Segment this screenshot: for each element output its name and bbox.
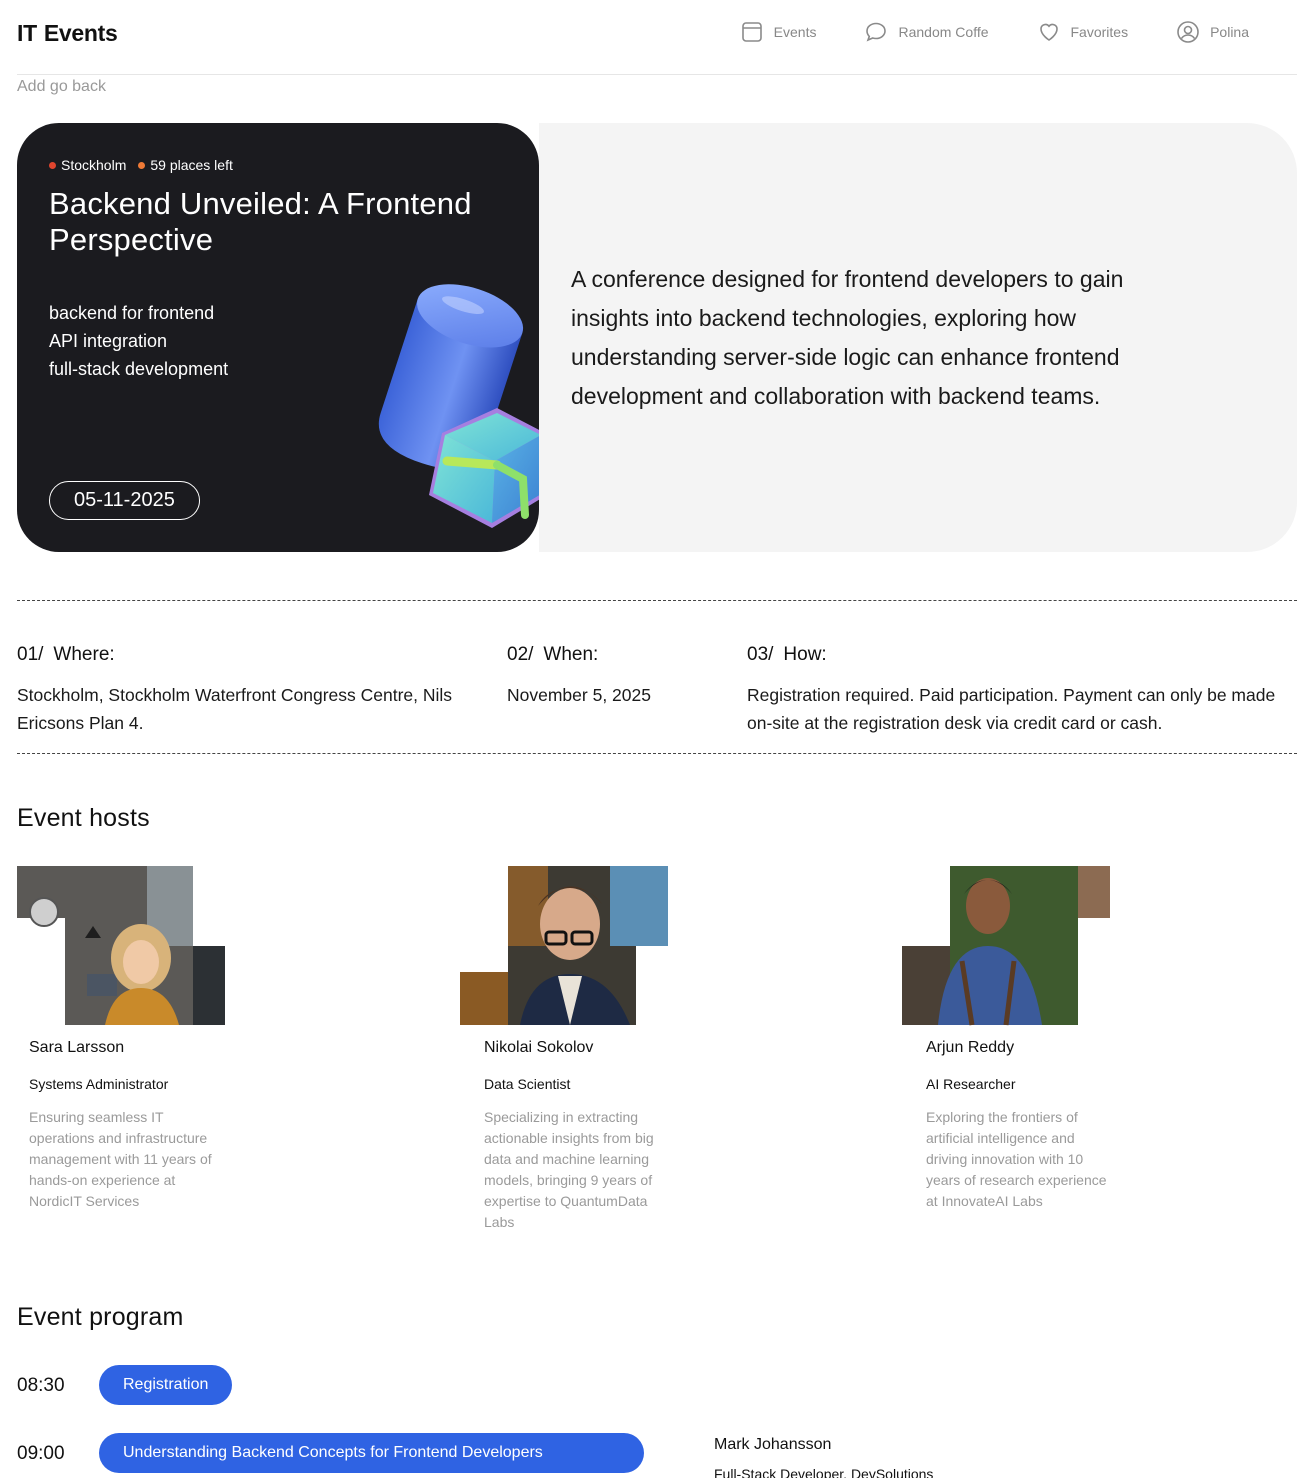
host-name: Nikolai Sokolov	[484, 1039, 593, 1057]
event-meta: Stockholm 59 places left	[49, 157, 233, 173]
event-city-badge: Stockholm	[49, 157, 126, 173]
logo-events-text: Events	[43, 19, 118, 46]
program-session-registration[interactable]: Registration	[99, 1365, 233, 1405]
nav-profile-label: Polina	[1210, 24, 1249, 40]
program-session-backend-concepts[interactable]: Understanding Backend Concepts for Front…	[99, 1433, 644, 1473]
program-time: 08:30	[17, 1375, 65, 1396]
info-how-heading: 03/How:	[747, 642, 1292, 668]
info-when: 02/When: November 5, 2025	[507, 642, 717, 709]
chat-bubble-icon	[866, 22, 887, 42]
logo-it-text: IT	[17, 19, 37, 46]
host-role: Data Scientist	[484, 1076, 571, 1092]
event-date-chip: 05-11-2025	[49, 481, 200, 520]
event-tag: API integration	[49, 331, 168, 351]
event-tag: full-stack development	[49, 359, 229, 379]
event-title: Backend Unveiled: A Frontend Perspective	[49, 186, 472, 257]
nav-events-label: Events	[773, 24, 817, 40]
event-tag: backend for frontend	[49, 303, 215, 323]
calendar-icon	[741, 22, 762, 42]
nav-random-coffe-label: Random Coffe	[898, 24, 989, 40]
nav-events[interactable]: Events	[740, 20, 817, 44]
event-places-badge: 59 places left	[138, 157, 233, 173]
site-logo[interactable]: IT Events	[17, 18, 123, 48]
info-num: 02/	[507, 644, 534, 665]
info-when-text: November 5, 2025	[507, 685, 651, 705]
host-role: AI Researcher	[926, 1076, 1016, 1092]
program-section-title: Event program	[17, 1303, 184, 1331]
event-places: 59 places left	[150, 157, 233, 173]
host-photo	[17, 866, 225, 1025]
info-where: 01/Where: Stockholm, Stockholm Waterfron…	[17, 642, 477, 737]
main-nav: Events Random Coffe Favorites Polina	[692, 20, 1249, 44]
event-description-card: A conference designed for frontend devel…	[539, 123, 1297, 552]
info-num: 03/	[747, 644, 774, 665]
hosts-section-title: Event hosts	[17, 804, 150, 832]
info-where-text: Stockholm, Stockholm Waterfront Congress…	[17, 685, 453, 733]
info-where-heading: 01/Where:	[17, 642, 477, 668]
event-hero-card: Stockholm 59 places left Backend Unveile…	[17, 123, 539, 552]
divider	[17, 753, 1297, 754]
host-last-name: Reddy	[967, 1039, 1015, 1056]
host-first-name: Sara	[29, 1039, 63, 1056]
top-header: IT Events Events Random Coffe Favorites …	[17, 0, 1297, 75]
nav-random-coffe[interactable]: Random Coffe	[864, 20, 989, 44]
go-back-link[interactable]: Add go back	[17, 78, 106, 96]
nav-profile[interactable]: Polina	[1176, 20, 1249, 44]
divider	[17, 600, 1297, 601]
info-num: 01/	[17, 644, 44, 665]
event-description: A conference designed for frontend devel…	[571, 266, 1124, 409]
info-how: 03/How: Registration required. Paid part…	[747, 642, 1292, 737]
host-last-name: Larsson	[67, 1039, 125, 1056]
city-dot-icon	[49, 161, 56, 169]
host-bio: Ensuring seamless IT operations and infr…	[29, 1109, 212, 1209]
host-last-name: Sokolov	[536, 1039, 594, 1056]
event-tags: backend for frontend API integration ful…	[49, 299, 228, 383]
user-circle-icon	[1177, 21, 1199, 43]
host-bio: Exploring the frontiers of artificial in…	[926, 1109, 1107, 1209]
host-name: Arjun Reddy	[926, 1039, 1014, 1057]
info-label: Where:	[53, 644, 115, 665]
places-dot-icon	[138, 161, 146, 169]
program-time: 09:00	[17, 1443, 65, 1464]
nav-favorites-label: Favorites	[1070, 24, 1129, 40]
info-how-text: Registration required. Paid participatio…	[747, 685, 1276, 733]
host-name: Sara Larsson	[29, 1039, 124, 1057]
speaker-role: Full-Stack Developer, DevSolutions	[714, 1466, 934, 1478]
host-photo	[460, 866, 668, 1025]
info-when-heading: 02/When:	[507, 642, 717, 668]
host-role: Systems Administrator	[29, 1076, 169, 1092]
host-first-name: Arjun	[926, 1039, 964, 1056]
event-city: Stockholm	[61, 157, 127, 173]
info-label: When:	[543, 644, 599, 665]
info-label: How:	[783, 644, 827, 665]
cylinder-cube-illustration	[378, 284, 539, 528]
logo-events-highlight: Events	[42, 20, 124, 47]
nav-favorites[interactable]: Favorites	[1037, 20, 1129, 44]
host-photo	[902, 866, 1110, 1026]
speaker-name: Mark Johansson	[714, 1436, 832, 1453]
host-bio: Specializing in extracting actionable in…	[484, 1109, 654, 1230]
heart-icon	[1039, 23, 1058, 41]
host-first-name: Nikolai	[484, 1039, 533, 1056]
